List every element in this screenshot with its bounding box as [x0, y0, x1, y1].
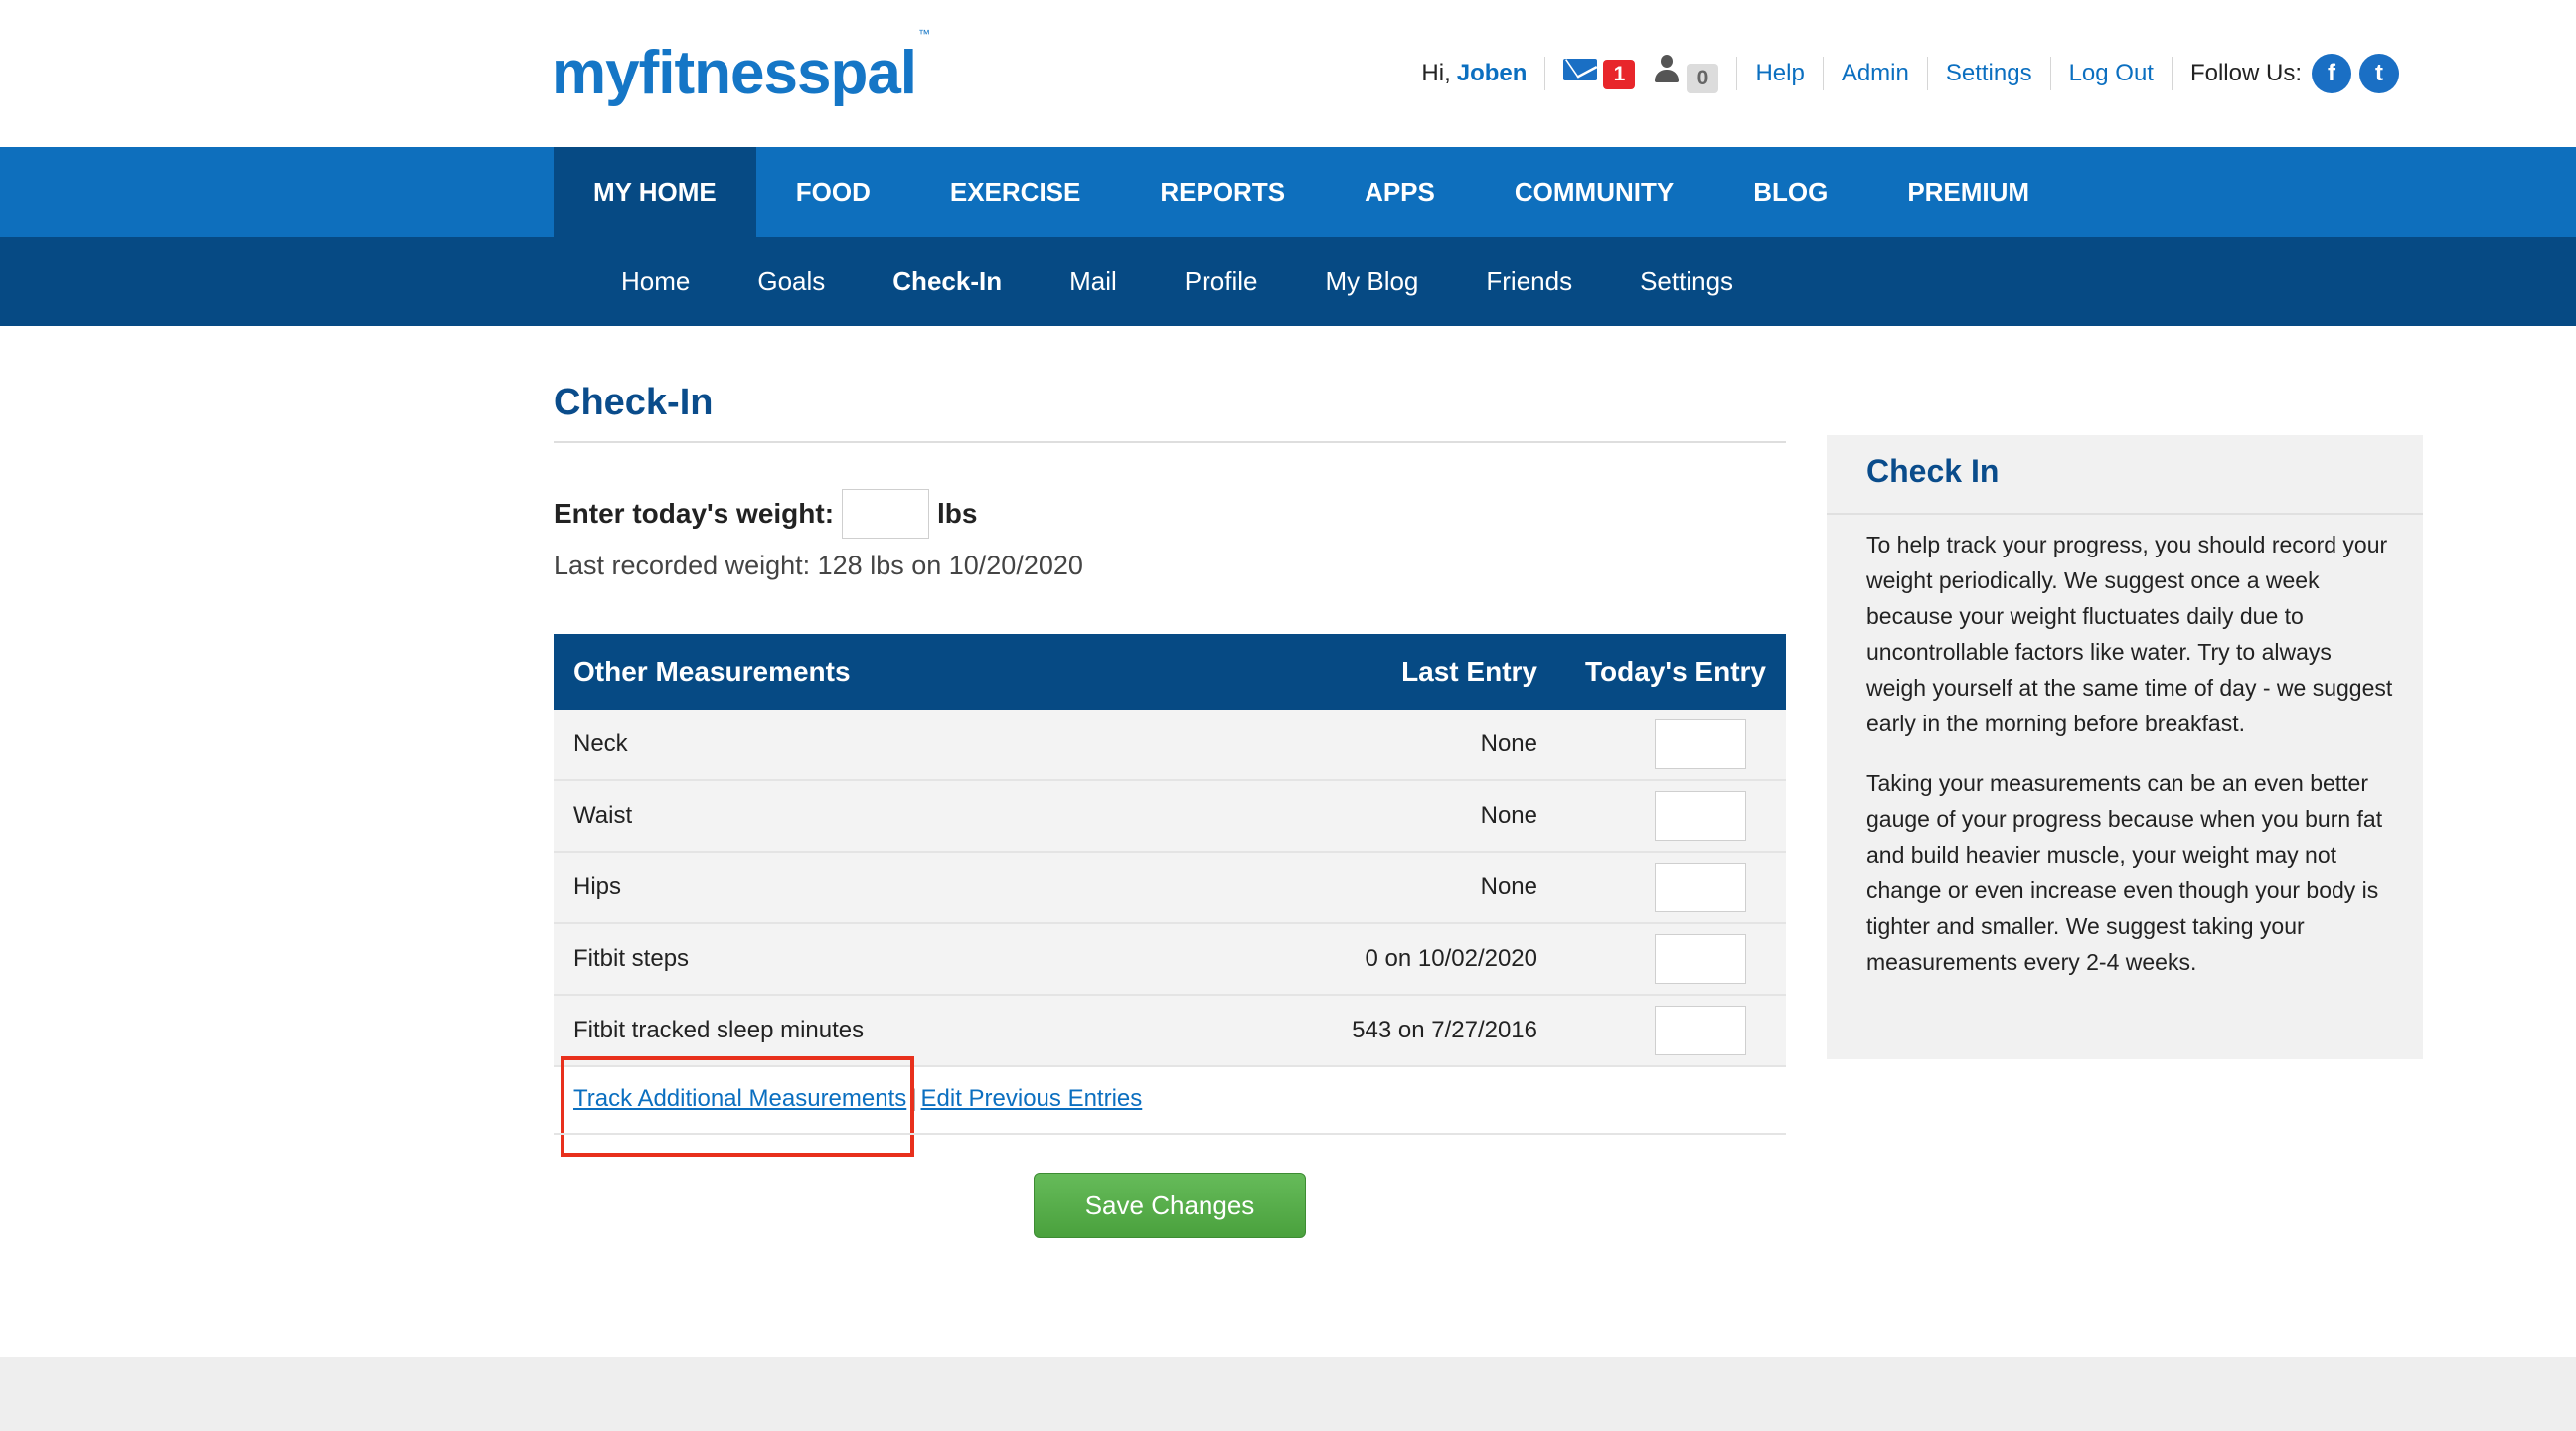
logout-link[interactable]: Log Out [2069, 60, 2154, 87]
todays-entry-cell [1557, 923, 1786, 996]
table-row: Fitbit steps 0 on 10/02/2020 [554, 923, 1786, 996]
measurement-name: Waist [554, 780, 1151, 853]
measurement-name: Neck [554, 710, 1151, 781]
weight-unit: lbs [937, 498, 978, 529]
nav-blog[interactable]: BLOG [1713, 147, 1867, 237]
username-link[interactable]: Joben [1457, 60, 1528, 86]
subnav-mail[interactable]: Mail [1036, 237, 1151, 326]
nav-food[interactable]: FOOD [756, 147, 910, 237]
save-changes-button[interactable]: Save Changes [1034, 1173, 1306, 1238]
primary-nav: MY HOME FOOD EXERCISE REPORTS APPS COMMU… [0, 147, 2576, 237]
divider [1926, 57, 1928, 90]
nav-apps[interactable]: APPS [1325, 147, 1475, 237]
logo[interactable]: myfitnesspal™ [552, 27, 930, 108]
todays-entry-cell [1557, 852, 1786, 924]
follow-label: Follow Us: [2189, 60, 2302, 86]
last-entry: None [1150, 710, 1557, 781]
weight-input[interactable] [842, 489, 930, 539]
divider [1736, 57, 1738, 90]
logo-trademark: ™ [918, 27, 930, 42]
fitbit-sleep-input[interactable] [1655, 1006, 1746, 1055]
divider [2171, 57, 2173, 90]
weight-row: Enter today's weight: lbs [554, 489, 978, 539]
sidebar-divider [1827, 513, 2423, 515]
last-entry: None [1150, 780, 1557, 853]
friend-requests-badge: 0 [1687, 63, 1719, 93]
header-other-measurements: Other Measurements [554, 634, 1151, 710]
help-link[interactable]: Help [1755, 60, 1804, 87]
nav-community[interactable]: COMMUNITY [1475, 147, 1713, 237]
waist-input[interactable] [1655, 791, 1746, 841]
last-entry: None [1150, 852, 1557, 924]
mail-count-badge: 1 [1603, 59, 1636, 89]
table-header-row: Other Measurements Last Entry Today's En… [554, 634, 1786, 710]
subnav-profile[interactable]: Profile [1151, 237, 1292, 326]
friend-requests-button[interactable]: 0 [1635, 54, 1719, 93]
sidebar-paragraph-weight: To help track your progress, you should … [1866, 532, 2393, 736]
facebook-icon[interactable]: f [2312, 54, 2351, 93]
measurement-name: Hips [554, 852, 1151, 924]
edit-previous-entries-link[interactable]: Edit Previous Entries [921, 1085, 1143, 1112]
last-entry: 543 on 7/27/2016 [1150, 995, 1557, 1067]
hips-input[interactable] [1655, 863, 1746, 912]
divider [1544, 57, 1546, 90]
greeting: Hi, Joben [1421, 60, 1527, 87]
subnav-home[interactable]: Home [587, 237, 724, 326]
greeting-text: Hi, [1421, 60, 1451, 86]
links-divider [554, 1133, 1786, 1135]
subnav-settings[interactable]: Settings [1606, 237, 1767, 326]
table-row: Neck None [554, 710, 1786, 781]
todays-entry-cell [1557, 710, 1786, 781]
footer [0, 1357, 2576, 1431]
header-todays-entry: Today's Entry [1557, 634, 1786, 710]
divider [2049, 57, 2051, 90]
header-last-entry: Last Entry [1150, 634, 1557, 710]
nav-premium[interactable]: PREMIUM [1867, 147, 2069, 237]
nav-reports[interactable]: REPORTS [1120, 147, 1325, 237]
settings-link[interactable]: Settings [1946, 60, 2032, 87]
subnav-goals[interactable]: Goals [724, 237, 859, 326]
subnav-friends[interactable]: Friends [1452, 237, 1606, 326]
fitbit-steps-input[interactable] [1655, 934, 1746, 984]
divider [1822, 57, 1824, 90]
last-entry: 0 on 10/02/2020 [1150, 923, 1557, 996]
table-row: Waist None [554, 780, 1786, 853]
mail-button[interactable]: 1 [1563, 58, 1636, 89]
nav-my-home[interactable]: MY HOME [554, 147, 756, 237]
last-recorded-weight: Last recorded weight: 128 lbs on 10/20/2… [554, 551, 1083, 580]
title-divider [554, 441, 1786, 443]
nav-exercise[interactable]: EXERCISE [910, 147, 1121, 237]
secondary-nav: Home Goals Check-In Mail Profile My Blog… [0, 237, 2576, 326]
todays-entry-cell [1557, 780, 1786, 853]
admin-link[interactable]: Admin [1842, 60, 1909, 87]
sidebar-title: Check In [1866, 453, 2000, 489]
user-icon [1653, 54, 1681, 84]
highlight-box [561, 1056, 914, 1157]
subnav-my-blog[interactable]: My Blog [1291, 237, 1452, 326]
logo-text: myfitnesspal [552, 39, 917, 107]
envelope-icon [1563, 58, 1598, 80]
subnav-check-in[interactable]: Check-In [859, 237, 1036, 326]
weight-label: Enter today's weight: [554, 498, 835, 529]
measurements-table: Other Measurements Last Entry Today's En… [554, 634, 1786, 1067]
utility-bar: Hi, Joben 1 0 Help Admin Settings Log Out… [1421, 52, 2399, 95]
todays-entry-cell [1557, 995, 1786, 1067]
page-title: Check-In [554, 382, 714, 423]
twitter-icon[interactable]: t [2359, 54, 2399, 93]
check-in-sidebar: Check In To help track your progress, yo… [1827, 435, 2423, 1059]
sidebar-paragraph-measurements: Taking your measurements can be an even … [1866, 770, 2383, 975]
neck-input[interactable] [1655, 719, 1746, 769]
measurement-name: Fitbit steps [554, 923, 1151, 996]
table-row: Hips None [554, 852, 1786, 924]
